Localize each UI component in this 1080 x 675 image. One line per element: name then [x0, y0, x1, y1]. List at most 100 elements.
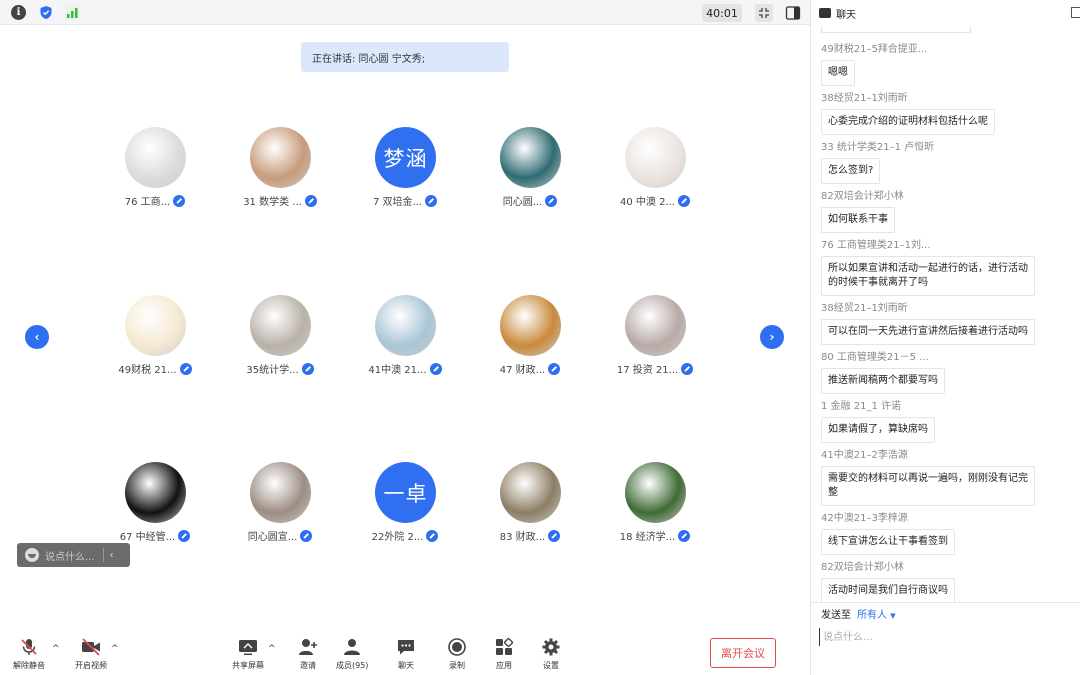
chat-bubble: 线下宣讲怎么让干事看签到 [821, 529, 955, 555]
members-button[interactable]: 成员(95) [336, 636, 368, 671]
chat-message-list[interactable]: 49财税21–5拜合提亚... 嗯嗯 38经贸21–1刘雨昕 心委完成介绍的证明材料包… [811, 26, 1080, 602]
chat-message: 1 金融 21_1 许诺 如果请假了，算缺席吗 [821, 397, 935, 443]
participant-name: 35统计学... [215, 361, 345, 376]
chat-sender: 82双培会计郑小林 [821, 191, 904, 202]
chat-message: 82双培会计郑小林 活动时间是我们自行商议吗 [821, 558, 955, 602]
chevron-left-icon[interactable]: ‹ [110, 550, 114, 561]
chevron-left-icon: ‹ [34, 330, 40, 344]
emoji-icon[interactable] [25, 548, 39, 562]
chat-bubble: 嗯嗯 [821, 60, 855, 86]
mic-muted-icon [178, 529, 191, 542]
gear-icon [539, 636, 563, 658]
meeting-timer: 40:01 [702, 4, 742, 22]
chat-sender: 82双培会计郑小林 [821, 562, 904, 573]
participant-tile[interactable]: 同心圆... [465, 127, 595, 222]
reaction-input[interactable]: 说点什么... [45, 548, 95, 563]
chat-message: 38经贸21–1刘雨昕 心委完成介绍的证明材料包括什么呢 [821, 89, 995, 135]
participant-name: 31 数学类 ... [215, 193, 345, 208]
participant-tile[interactable]: 17 投资 21... [590, 295, 720, 390]
invite-button[interactable]: 邀请 [296, 636, 320, 671]
participant-name: 47 财政... [465, 361, 595, 376]
avatar [250, 295, 311, 356]
participant-tile[interactable]: 一卓 22外院 2... [340, 462, 470, 557]
participant-tile[interactable]: 76 工商... [90, 127, 220, 222]
avatar [500, 462, 561, 523]
mic-muted-icon [425, 194, 438, 207]
share-screen-icon [236, 636, 260, 658]
chat-icon [819, 8, 831, 18]
chat-bubble: 心委完成介绍的证明材料包括什么呢 [821, 109, 995, 135]
share-screen-button[interactable]: 共享屏幕 [232, 636, 264, 671]
divider [102, 548, 104, 562]
chat-sender: 42中澳21–3李梓源 [821, 513, 908, 524]
chat-title: 聊天 [836, 9, 856, 21]
chat-panel: 聊天 49财税21–5拜合提亚... 嗯嗯 38经贸21–1刘雨昕 心委完成介绍的证明… [810, 0, 1080, 675]
chevron-right-icon: › [769, 330, 775, 344]
shield-icon[interactable] [38, 5, 53, 20]
participant-name-text: 18 经济学... [619, 532, 676, 543]
leave-meeting-button[interactable]: 离开会议 [710, 638, 776, 668]
participant-name: 同心圆宣... [215, 528, 345, 543]
chat-bubble: 推送新闻稿两个都要写吗 [821, 368, 945, 394]
chat-bubble: 怎么签到? [821, 158, 881, 184]
chat-sender: 80 工商管理类21－5 ... [821, 352, 929, 363]
participant-tile[interactable]: 同心圆宣... [215, 462, 345, 557]
chat-button[interactable]: 聊天 [394, 636, 418, 671]
participant-name-text: 47 财政... [499, 365, 546, 376]
send-to-row: 发送至 所有人 ▼ [811, 602, 1080, 624]
next-page-button[interactable]: › [760, 325, 784, 349]
participant-tile[interactable]: 梦涵 7 双培金... [340, 127, 470, 222]
participant-name: 49财税 21... [90, 361, 220, 376]
send-to-label: 发送至 [821, 610, 851, 621]
mic-muted-icon [548, 362, 561, 375]
avatar: 梦涵 [375, 127, 436, 188]
sidebar-toggle-icon[interactable] [785, 4, 801, 22]
collapse-icon[interactable] [755, 4, 773, 22]
record-button[interactable]: 录制 [445, 636, 469, 671]
info-icon[interactable]: i [11, 5, 26, 20]
chevron-up-icon[interactable]: ^ [52, 644, 60, 654]
mic-muted-icon [173, 194, 186, 207]
bottom-toolbar: 解除静音 ^ 开启视频 ^ 共享屏幕 ^ 邀请 成员(95) 聊天 录制 应用 … [0, 628, 810, 675]
chat-sender: 33 统计学类21–1 卢恒昕 [821, 142, 935, 153]
chat-sender: 38经贸21–1刘雨昕 [821, 303, 908, 314]
chat-input[interactable] [819, 628, 1075, 646]
settings-button[interactable]: 设置 [539, 636, 563, 671]
record-icon [445, 636, 469, 658]
participant-tile[interactable]: 83 财政... [465, 462, 595, 557]
popout-icon[interactable] [1071, 7, 1080, 18]
chat-header: 聊天 [811, 0, 1080, 26]
chat-bubble: 可以在同一天先进行宣讲然后接着进行活动吗 [821, 319, 1035, 345]
send-to-select[interactable]: 所有人 ▼ [857, 606, 896, 621]
unmute-button[interactable]: 解除静音 [13, 636, 45, 671]
participant-name-text: 40 中澳 2... [620, 197, 675, 208]
chat-sender: 76 工商管理类21–1刘... [821, 240, 931, 251]
chat-message: 82双培会计郑小林 如何联系干事 [821, 187, 904, 233]
participant-tile[interactable]: 49财税 21... [90, 295, 220, 390]
chevron-up-icon[interactable]: ^ [268, 644, 276, 654]
participant-tile[interactable]: 18 经济学... [590, 462, 720, 557]
participant-name-text: 17 投资 21... [616, 365, 679, 376]
participant-tile[interactable]: 41中澳 21... [340, 295, 470, 390]
participant-tile[interactable]: 35统计学... [215, 295, 345, 390]
mic-muted-icon [429, 362, 442, 375]
participant-name-text: 22外院 2... [371, 532, 424, 543]
participant-name-text: 83 财政... [499, 532, 546, 543]
participant-name-text: 49财税 21... [118, 365, 177, 376]
participant-tile[interactable]: 47 财政... [465, 295, 595, 390]
participant-name-text: 7 双培金... [372, 197, 423, 208]
participant-name-text: 76 工商... [124, 197, 171, 208]
mic-muted-icon [678, 529, 691, 542]
chat-sender: 1 金融 21_1 许诺 [821, 401, 901, 412]
prev-page-button[interactable]: ‹ [25, 325, 49, 349]
reaction-bar[interactable]: 说点什么... ‹ [17, 543, 130, 567]
chevron-up-icon[interactable]: ^ [111, 644, 119, 654]
apps-button[interactable]: 应用 [492, 636, 516, 671]
signal-icon[interactable] [65, 5, 80, 20]
mic-muted-icon [681, 362, 694, 375]
start-video-button[interactable]: 开启视频 [75, 636, 107, 671]
participant-tile[interactable]: 31 数学类 ... [215, 127, 345, 222]
participant-tile[interactable]: 40 中澳 2... [590, 127, 720, 222]
chat-message: 33 统计学类21–1 卢恒昕怎么签到? [821, 138, 934, 184]
chat-message: 76 工商管理类21–1刘... 所以如果宣讲和活动一起进行的话，进行活动的时候干… [821, 236, 1035, 296]
